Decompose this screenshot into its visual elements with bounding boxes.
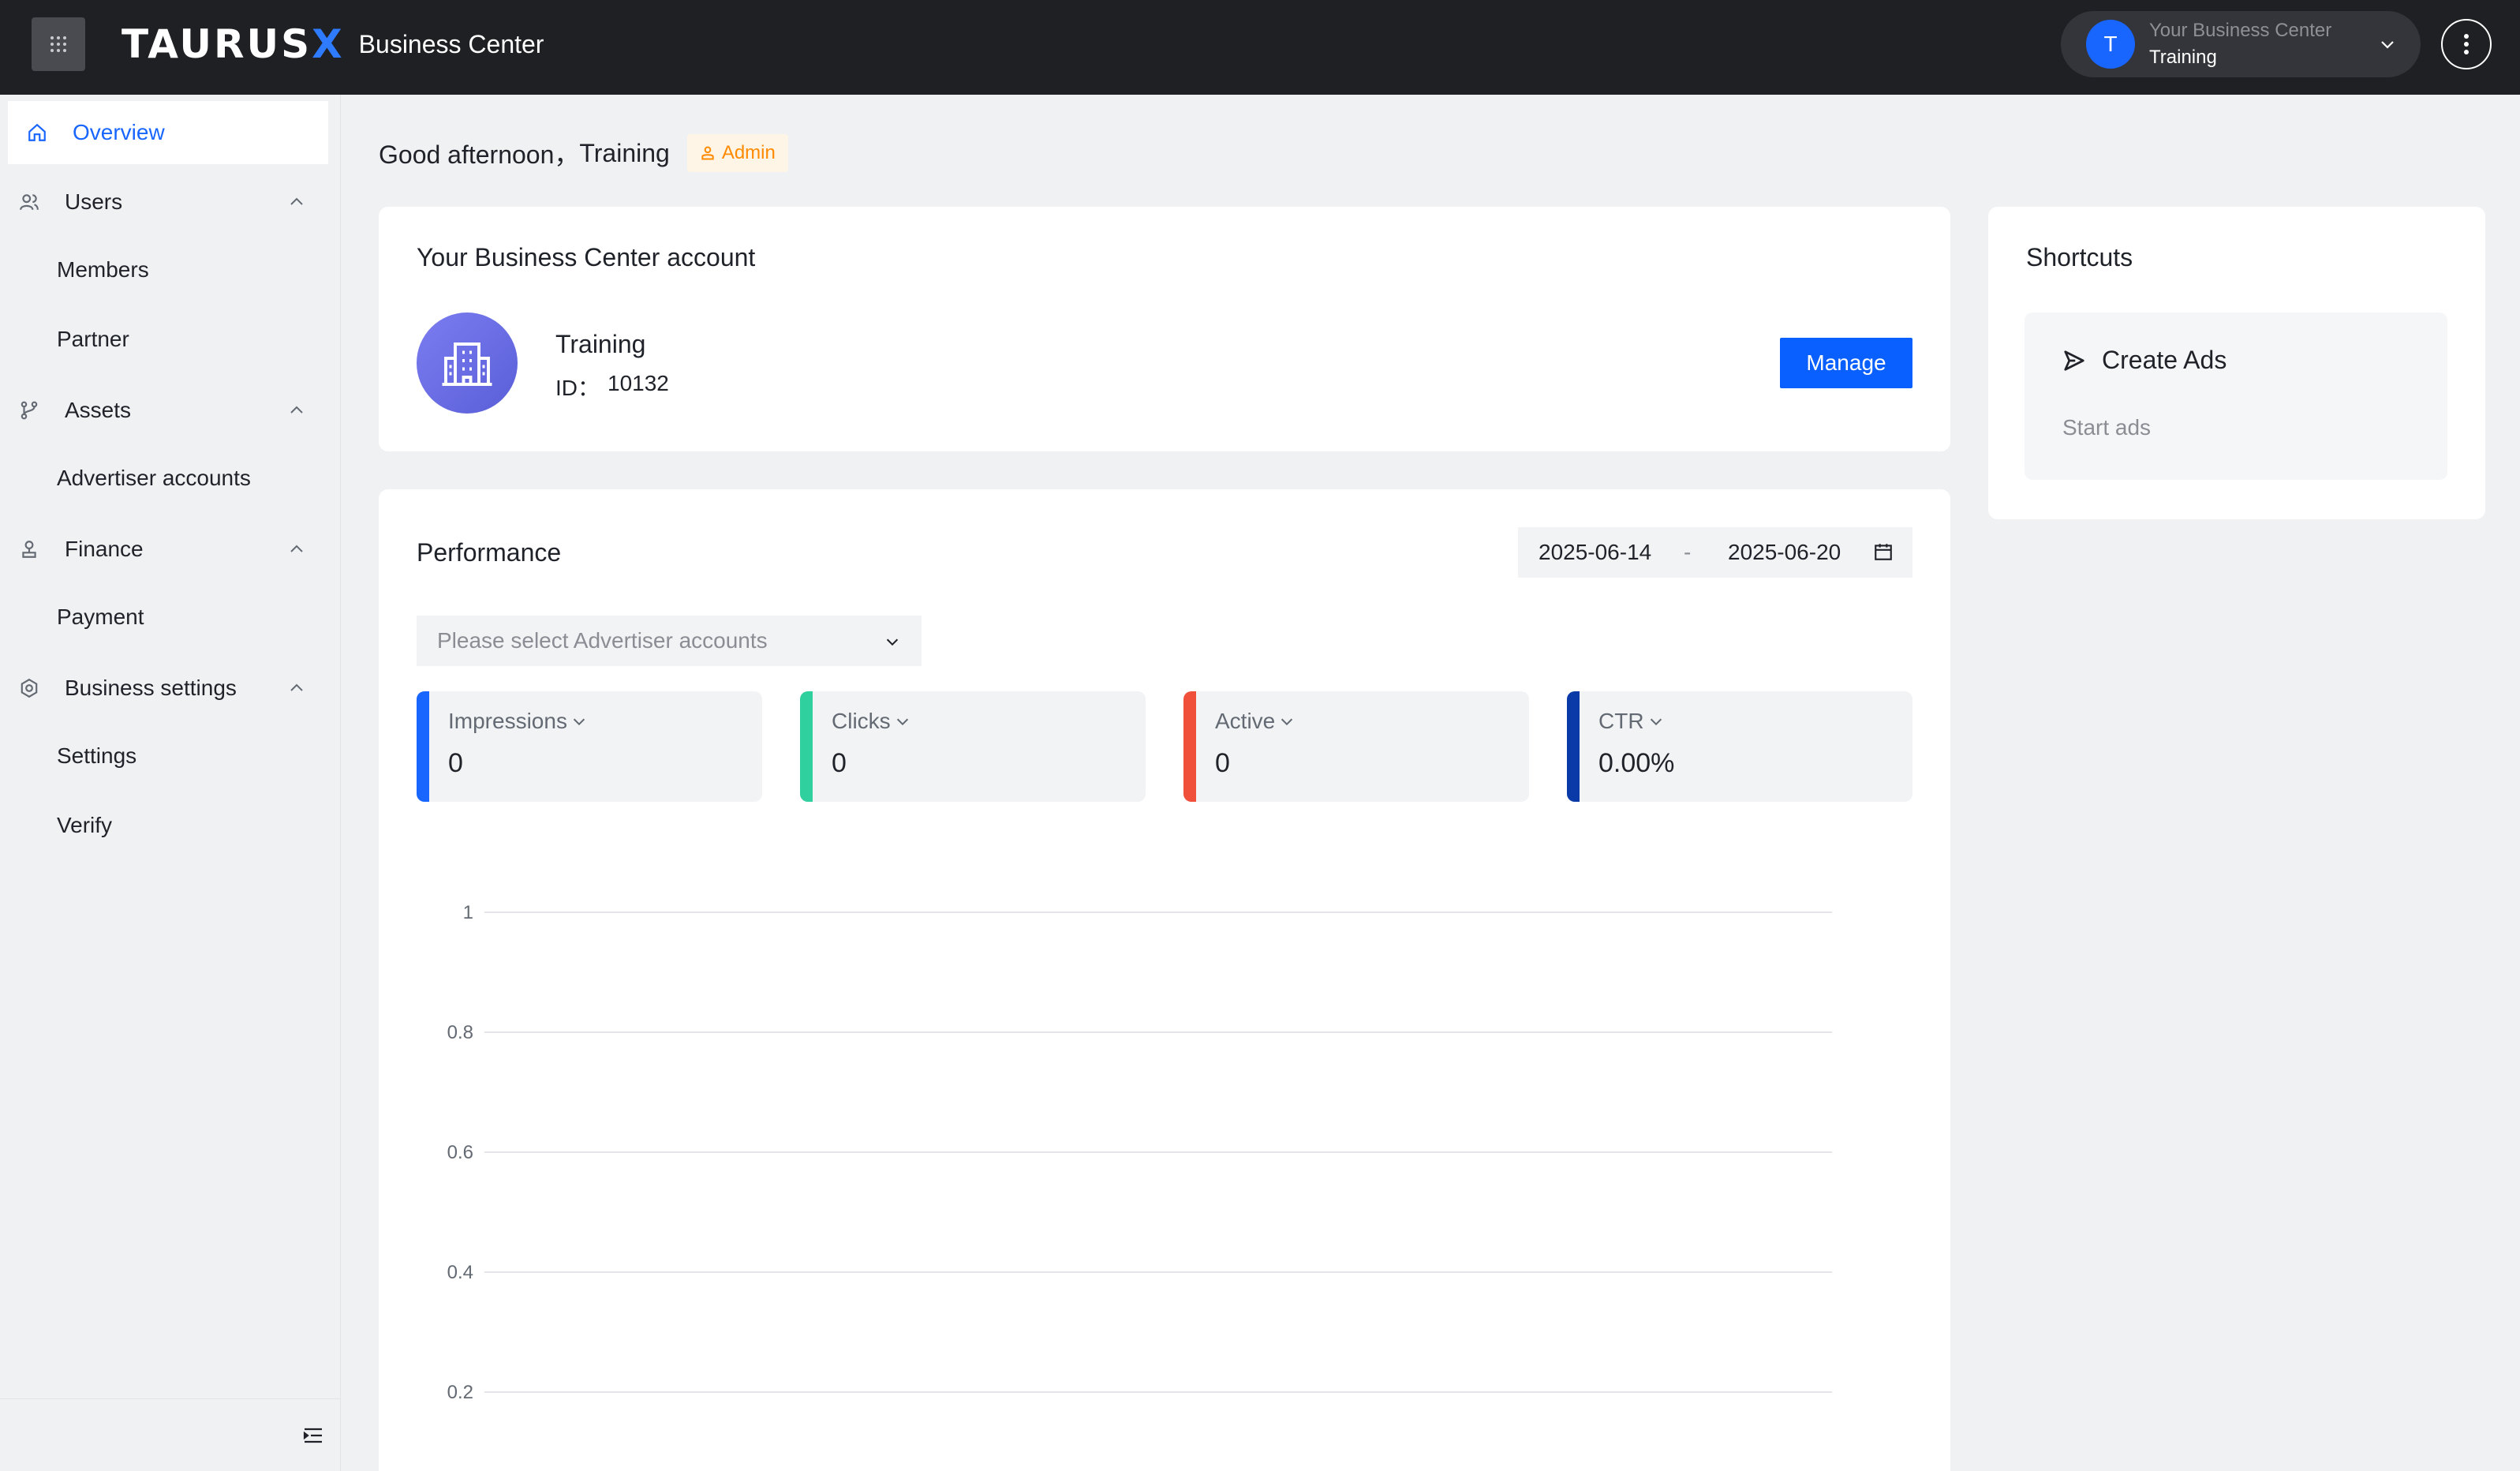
sidebar-item-label: Assets [65,398,132,422]
metric-label: Active [1215,709,1276,733]
performance-title: Performance [417,538,562,567]
metric-label: Impressions [448,709,567,733]
finance-icon [17,537,41,561]
bc-id-value: 10132 [608,371,669,395]
collapse-sidebar-icon[interactable] [303,1426,323,1445]
shortcuts-title: Shortcuts [2026,243,2133,271]
chevron-down-icon [2381,41,2394,49]
sidebar-item-advertiser-accounts[interactable]: Advertiser accounts [57,466,251,491]
avatar: T [2086,20,2135,69]
metric-color-bar [1567,691,1580,802]
y-tick-label: 0.8 [447,1022,473,1043]
send-icon [2064,350,2084,371]
top-bar: TAURUSX Business Center T Your Business … [0,0,2520,95]
branch-icon [17,399,41,422]
building-icon [417,313,518,414]
performance-chart: 1 0.8 0.6 0.4 0.2 [447,902,1832,1403]
role-badge: Admin [686,134,788,172]
sidebar-item-members[interactable]: Members [57,257,149,283]
chevron-up-icon [290,197,303,205]
account-name: Training [2149,47,2217,68]
bc-account-title: Your Business Center account [417,243,756,271]
bc-account-card: Your Business Center account Training ID… [379,207,1950,451]
chevron-up-icon [290,683,303,691]
shortcuts-card: Shortcuts Create Ads Start ads [1988,207,2485,519]
date-end: 2025-06-20 [1728,540,1841,564]
start-ads-label: Start ads [2062,415,2152,440]
y-tick-label: 0.2 [447,1382,473,1403]
sidebar-item-label: Overview [73,120,165,144]
account-label: Your Business Center [2149,20,2332,41]
y-tick-label: 0.6 [447,1142,473,1163]
create-ads-shortcut[interactable]: Create Ads Start ads [2025,313,2447,480]
greeting: Good afternoon， Training Admin [379,134,788,172]
sidebar-item-settings[interactable]: Settings [57,743,136,769]
sidebar-item-partner[interactable]: Partner [57,327,129,352]
date-start: 2025-06-14 [1539,540,1652,564]
date-range-picker[interactable]: 2025-06-14 - 2025-06-20 [1518,527,1912,578]
users-icon [17,190,41,214]
app-grid-button[interactable] [32,17,85,71]
sidebar-item-assets[interactable]: Assets [0,395,341,426]
chevron-down-icon[interactable] [1278,713,1296,730]
metric-label: CTR [1598,709,1644,733]
metric-impressions[interactable]: Impressions 0 [417,691,762,802]
greeting-text: Good afternoon， [379,140,580,169]
grid-icon [50,36,66,52]
chevron-up-icon [290,545,303,552]
metric-label: Clicks [832,709,891,733]
bc-id-label: ID： [555,376,600,400]
sidebar-item-business-settings[interactable]: Business settings [0,672,341,704]
logo[interactable]: TAURUSX Business Center [122,21,544,67]
chevron-down-icon [886,638,899,646]
sidebar-item-payment[interactable]: Payment [57,604,144,630]
metric-value: 0.00% [1598,748,1675,778]
sidebar-item-users[interactable]: Users [0,186,341,218]
sidebar-footer [0,1398,341,1471]
y-tick-label: 1 [463,902,473,923]
date-separator: - [1684,540,1692,564]
sidebar-item-verify[interactable]: Verify [57,813,112,838]
bc-name: Training [555,330,646,358]
account-switcher[interactable]: T Your Business Center Training [2061,11,2421,77]
chevron-down-icon[interactable] [894,713,911,730]
more-vertical-icon [2464,34,2469,54]
sidebar-item-finance[interactable]: Finance [0,533,341,565]
user-icon [701,146,714,160]
chevron-down-icon[interactable] [570,713,588,730]
sidebar-item-label: Finance [65,537,144,561]
sidebar: Overview Users Members Partner Assets Ad… [0,95,341,1471]
greeting-name: Training [579,138,670,167]
metric-value: 0 [448,748,463,778]
advertiser-select-placeholder: Please select Advertiser accounts [437,628,768,653]
bc-id: ID： 10132 [555,371,669,402]
more-options-button[interactable] [2441,19,2492,69]
sidebar-item-label: Users [65,189,123,214]
chevron-up-icon [290,406,303,414]
manage-button[interactable]: Manage [1780,338,1912,388]
metric-color-bar [1183,691,1196,802]
metric-clicks[interactable]: Clicks 0 [800,691,1146,802]
home-icon [25,121,49,144]
performance-card: Performance 2025-06-14 - 2025-06-20 Plea… [379,489,1950,1471]
gear-icon [17,676,41,700]
metric-value: 0 [1215,748,1230,778]
advertiser-select[interactable]: Please select Advertiser accounts [417,616,922,666]
sidebar-item-label: Business settings [65,676,237,700]
logo-subtitle: Business Center [358,29,544,58]
metric-value: 0 [832,748,847,778]
metric-color-bar [417,691,429,802]
y-tick-label: 0.4 [447,1262,473,1283]
calendar-icon [1875,544,1892,560]
chevron-down-icon[interactable] [1647,713,1665,730]
metric-active[interactable]: Active 0 [1183,691,1529,802]
sidebar-item-overview[interactable]: Overview [8,101,328,164]
create-ads-label: Create Ads [2102,346,2227,374]
metric-color-bar [800,691,813,802]
metric-ctr[interactable]: CTR 0.00% [1567,691,1912,802]
logo-wordmark: TAURUSX [122,21,345,67]
role-label: Admin [721,142,776,163]
